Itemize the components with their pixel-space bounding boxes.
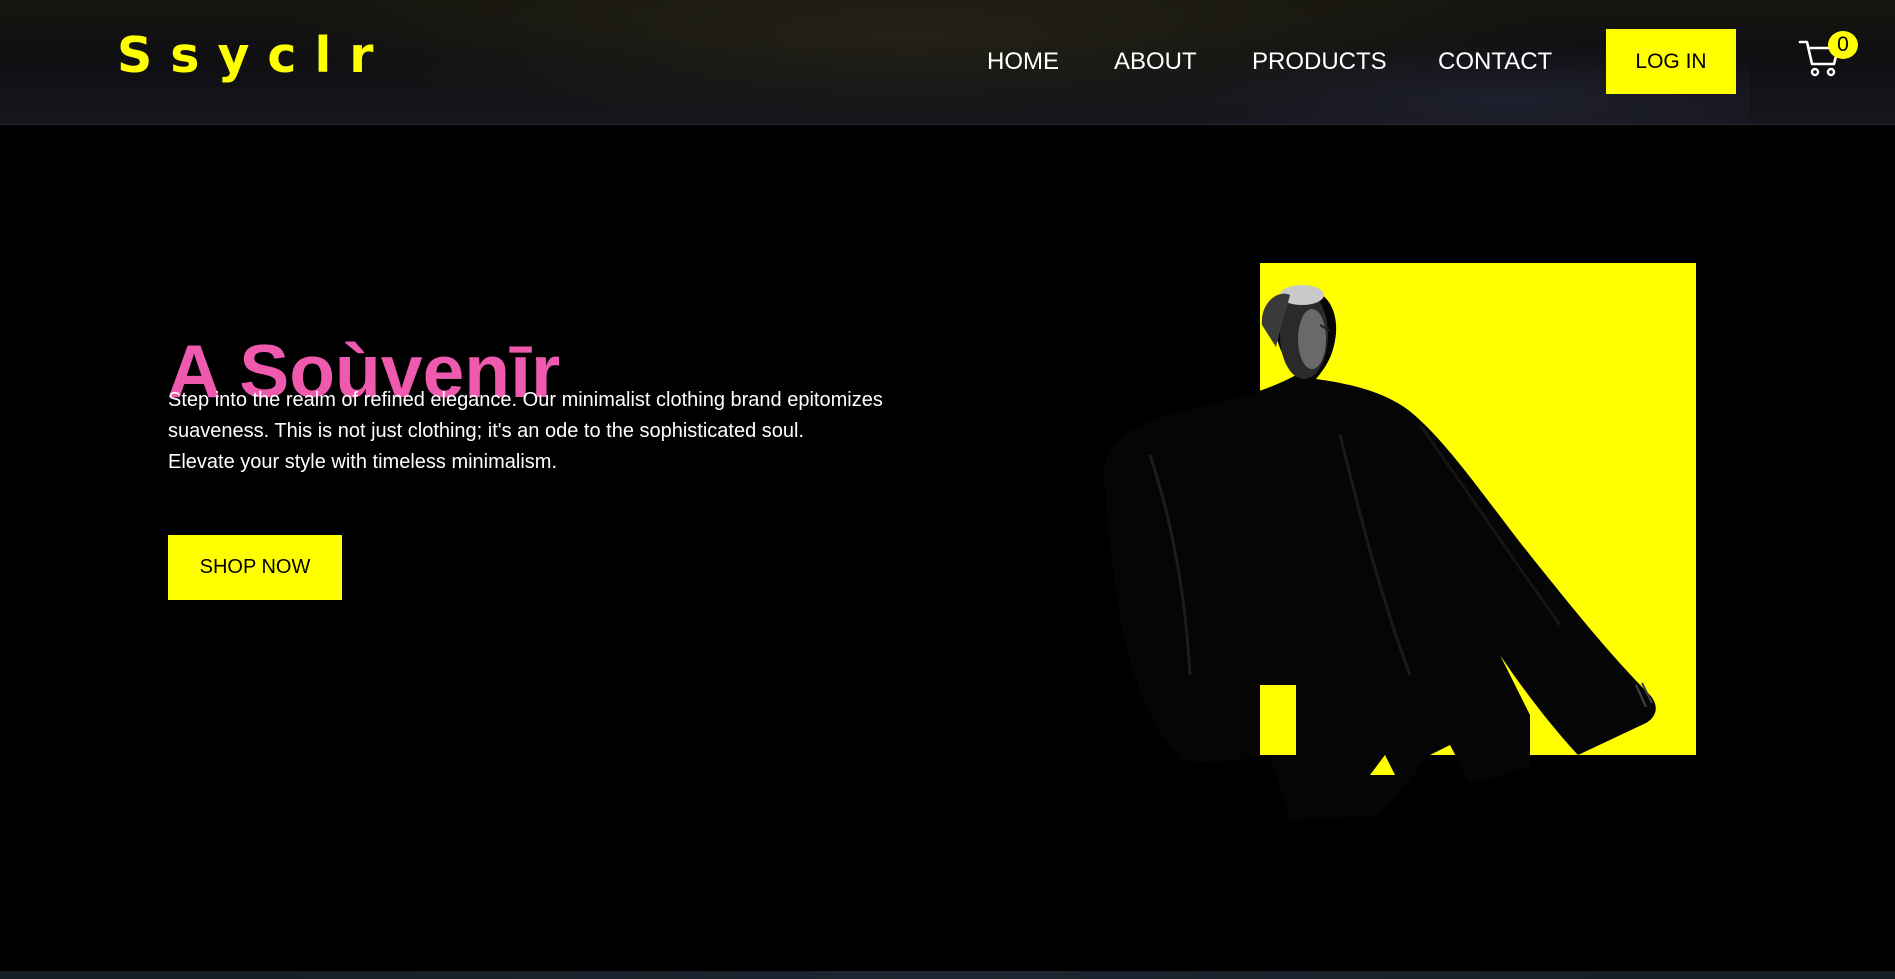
nav-link-about[interactable]: ABOUT xyxy=(1114,48,1197,76)
nav-link-home[interactable]: HOME xyxy=(987,48,1059,76)
nav-link-contact[interactable]: CONTACT xyxy=(1438,48,1552,76)
hero-description: Step into the realm of refined elegance.… xyxy=(168,385,898,478)
nav-link-products[interactable]: PRODUCTS xyxy=(1252,48,1387,76)
page: Ssyclr HOME ABOUT PRODUCTS CONTACT LOG I… xyxy=(0,0,1895,979)
footer-edge xyxy=(0,971,1895,979)
navbar: Ssyclr HOME ABOUT PRODUCTS CONTACT LOG I… xyxy=(0,0,1895,125)
hero-tagline: Elevate your style with timeless minimal… xyxy=(168,451,557,473)
hero-model-illustration xyxy=(1103,263,1696,820)
brand-logo[interactable]: Ssyclr xyxy=(117,28,391,84)
login-button[interactable]: LOG IN xyxy=(1606,29,1736,94)
hero-description-text: Step into the realm of refined elegance.… xyxy=(168,389,883,442)
hero-model-image xyxy=(1090,255,1710,835)
cart-count-badge: 0 xyxy=(1828,31,1858,59)
shop-now-button[interactable]: SHOP NOW xyxy=(168,535,342,600)
